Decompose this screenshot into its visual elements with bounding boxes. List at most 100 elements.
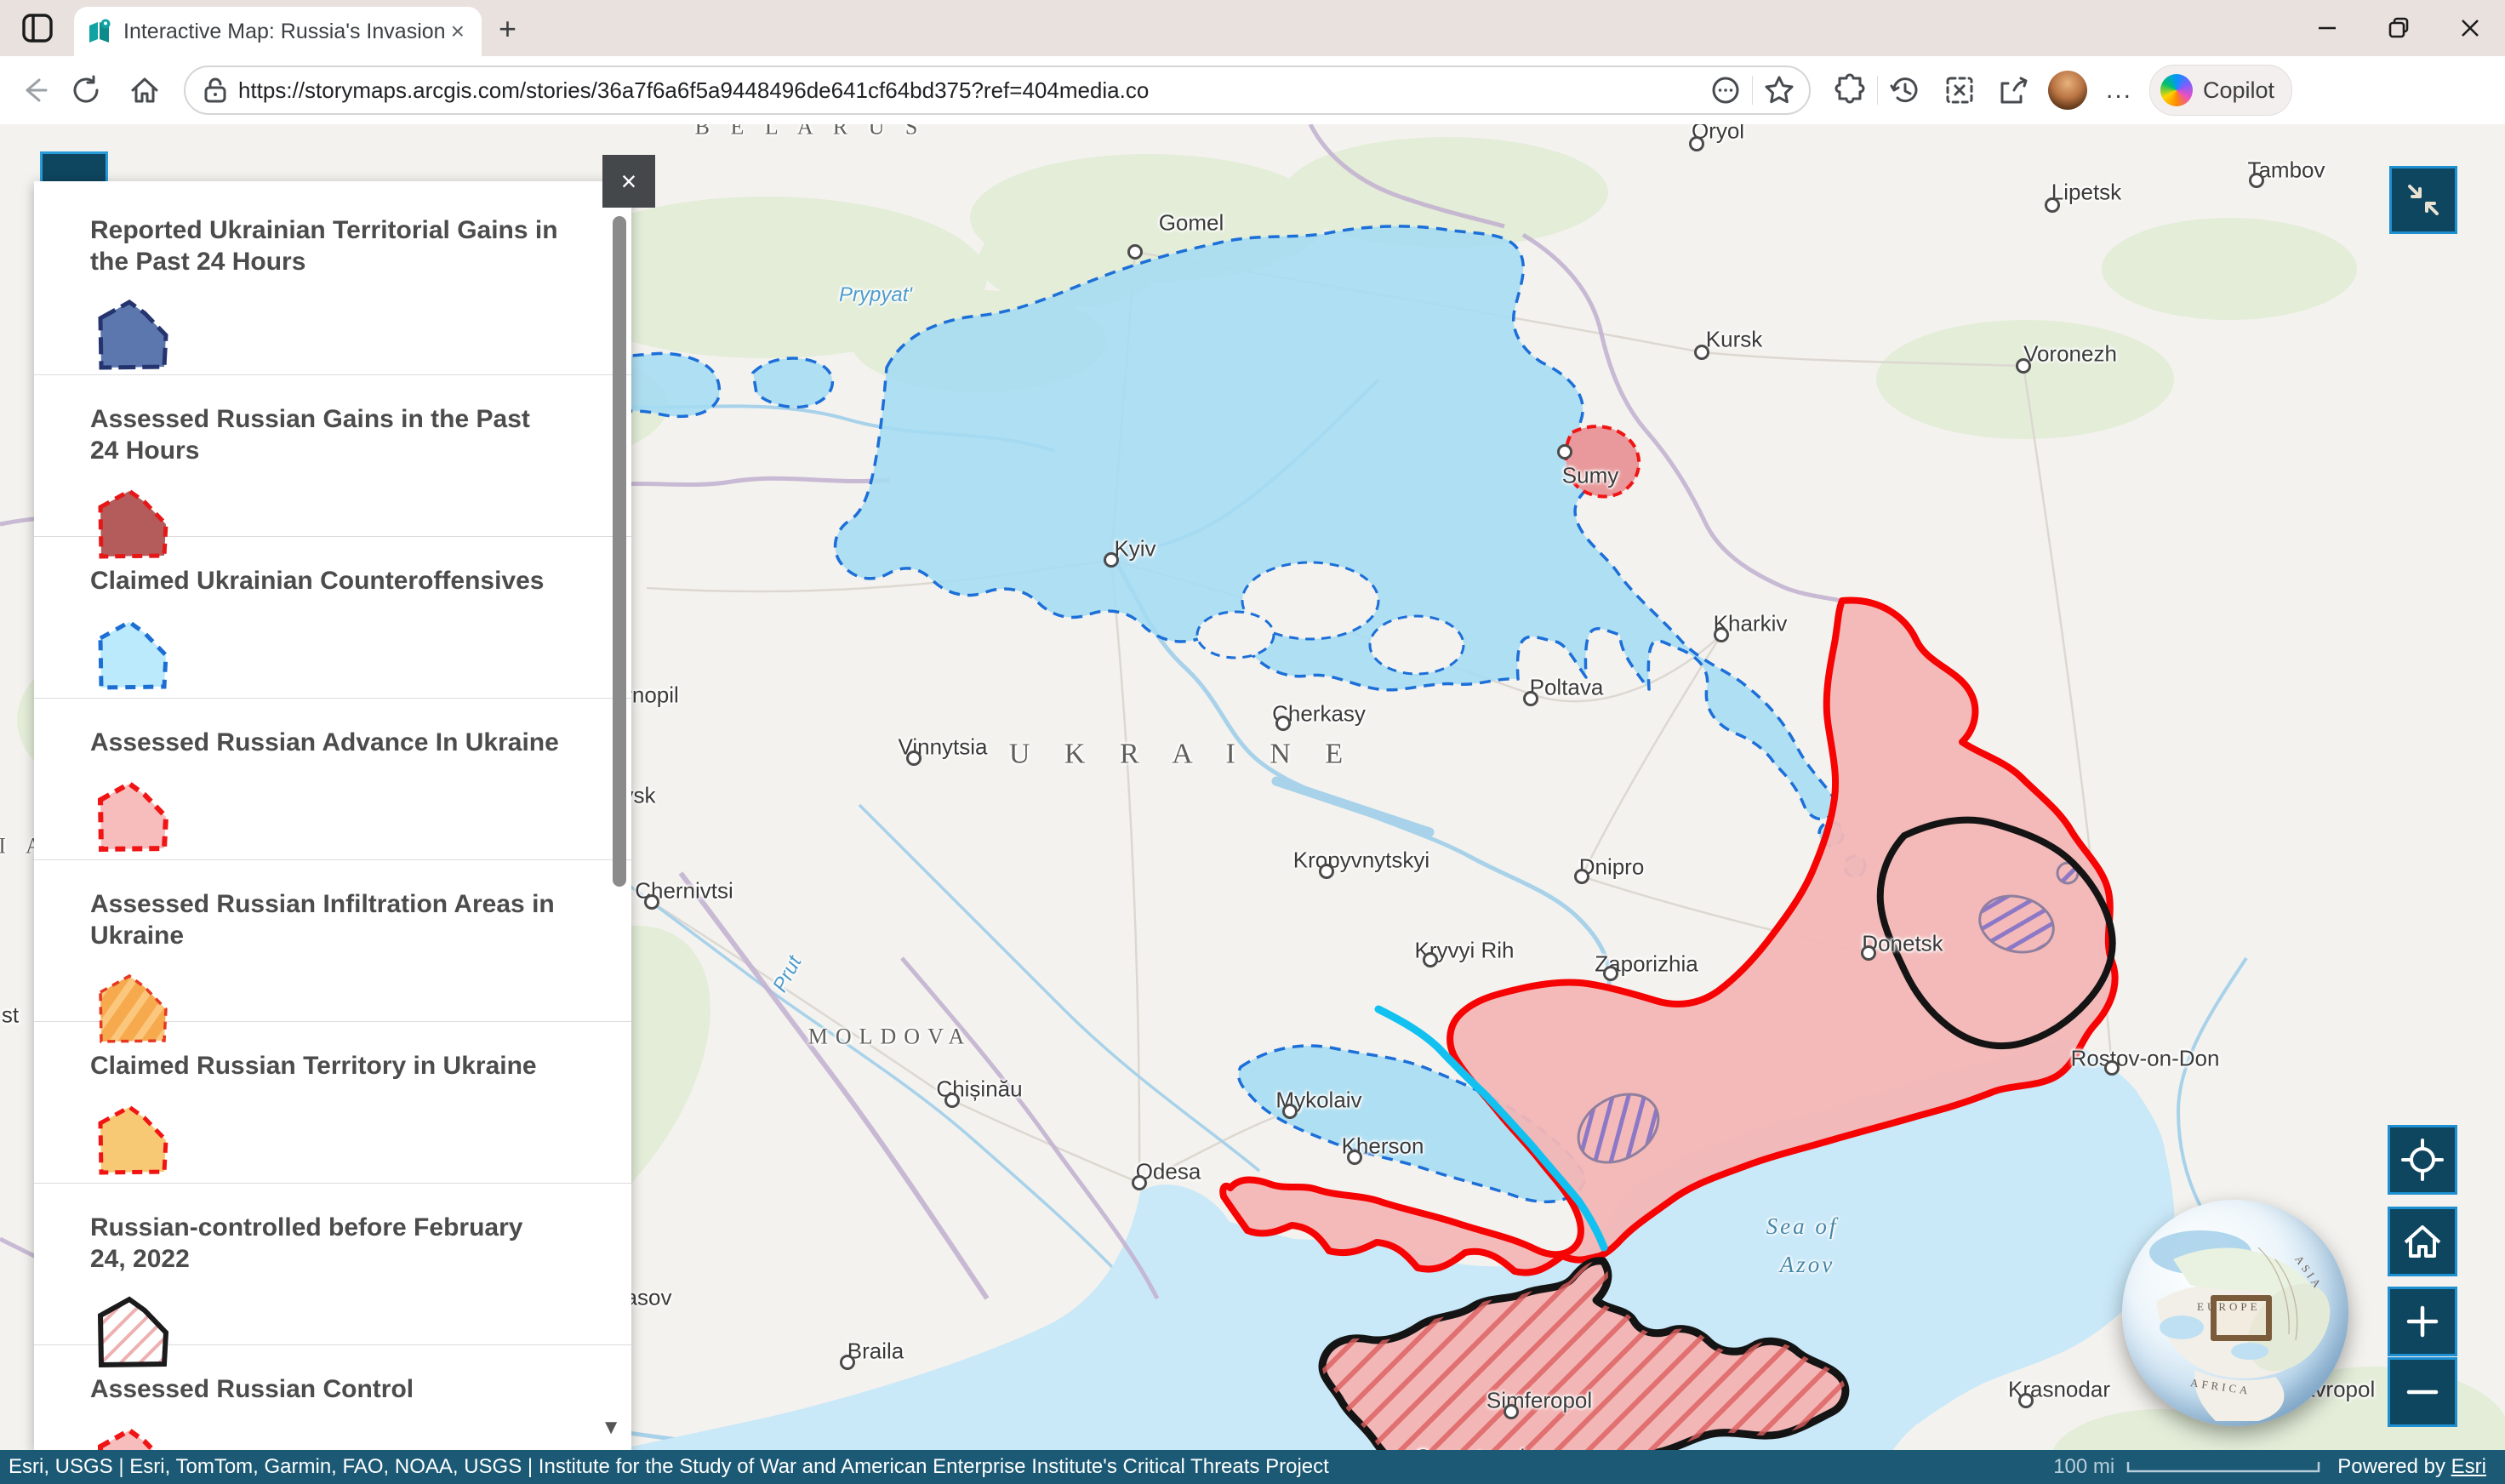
attribution-sources: Esri, USGS | Esri, TomTom, Garmin, FAO, … — [9, 1455, 2053, 1479]
legend-item-title: Reported Ukrainian Territorial Gains in … — [90, 215, 563, 277]
city-marker — [1282, 1104, 1298, 1119]
restore-button[interactable] — [2386, 15, 2411, 41]
browser-toolbar: https://storymaps.arcgis.com/stories/36a… — [0, 56, 2505, 125]
browser-titlebar: Interactive Map: Russia's Invasion × + — [0, 0, 2505, 56]
city-marker — [1347, 1150, 1362, 1165]
map-label: Kursk — [1706, 328, 1762, 352]
back-icon[interactable] — [17, 73, 51, 107]
legend-item-title: Claimed Russian Territory in Ukraine — [90, 1051, 563, 1082]
map-label: Lipetsk — [2051, 180, 2121, 205]
map-label: Gomel — [1159, 211, 1224, 236]
legend-item: Reported Ukrainian Territorial Gains in … — [34, 181, 631, 374]
overview-globe[interactable]: EUROPEASIAAFRICA — [2122, 1200, 2348, 1426]
copilot-label: Copilot — [2203, 77, 2274, 104]
city-marker — [2104, 1060, 2120, 1076]
home-extent-button[interactable] — [2388, 1207, 2457, 1276]
legend-swatch-icon — [90, 970, 175, 1048]
share-icon[interactable] — [1997, 73, 2031, 107]
profile-avatar[interactable] — [2048, 71, 2087, 110]
city-marker — [1104, 552, 1119, 568]
city-marker — [1423, 952, 1438, 967]
new-tab-button[interactable]: + — [499, 14, 516, 44]
copilot-icon — [2160, 74, 2193, 106]
city-marker — [906, 751, 922, 766]
map-label: Azov — [1780, 1253, 1835, 1278]
city-marker — [1603, 966, 1618, 981]
city-marker — [1689, 136, 1704, 151]
esri-link[interactable]: Esri — [2451, 1455, 2486, 1478]
url-more-icon[interactable] — [1709, 74, 1742, 106]
map-label: MOLDOVA — [808, 1025, 973, 1050]
map-stage: B E L A R U SOryolTambovLipetskGomelPryp… — [0, 124, 2505, 1484]
map-label: Voronezh — [2023, 342, 2117, 367]
url-text[interactable]: https://storymaps.arcgis.com/stories/36a… — [238, 77, 1709, 104]
legend-item: Russian-controlled before February 24, 2… — [34, 1183, 631, 1344]
city-marker — [1557, 444, 1572, 459]
divider — [1752, 76, 1753, 105]
minimize-button[interactable] — [2314, 15, 2340, 41]
extensions-icon[interactable] — [1833, 73, 1867, 107]
history-icon[interactable] — [1888, 73, 1922, 107]
legend-swatch-icon — [90, 296, 175, 374]
lock-icon[interactable] — [203, 76, 228, 105]
home-icon[interactable] — [128, 73, 162, 107]
tab-title: Interactive Map: Russia's Invasion — [123, 20, 446, 44]
address-bar[interactable]: https://storymaps.arcgis.com/stories/36a… — [184, 66, 1811, 115]
legend-close-button[interactable]: × — [602, 155, 655, 208]
settings-more-icon[interactable]: ... — [2106, 76, 2132, 105]
favorites-star-icon[interactable] — [1763, 74, 1795, 106]
legend-item-title: Claimed Ukrainian Counteroffensives — [90, 566, 563, 597]
scale-label: 100 mi — [2053, 1455, 2114, 1479]
legend-item-title: Assessed Russian Advance In Ukraine — [90, 728, 563, 759]
map-label: st — [2, 1003, 19, 1028]
city-marker — [1861, 945, 1876, 961]
city-marker — [840, 1355, 855, 1370]
legend-item: Assessed Russian Advance In Ukraine — [34, 698, 631, 859]
zoom-in-button[interactable] — [2388, 1287, 2457, 1356]
browser-tab[interactable]: Interactive Map: Russia's Invasion × — [74, 7, 482, 56]
legend-scrollbar[interactable] — [613, 216, 626, 887]
globe-label: EUROPE — [2197, 1300, 2261, 1314]
city-marker — [1523, 691, 1538, 706]
divider — [1877, 76, 1878, 105]
city-marker — [1127, 244, 1143, 260]
map-label: Poltava — [1530, 676, 1604, 700]
window-controls — [2314, 0, 2493, 56]
legend-item-title: Assessed Russian Control — [90, 1374, 563, 1406]
city-marker — [644, 894, 659, 910]
attribution-bar: Esri, USGS | Esri, TomTom, Garmin, FAO, … — [0, 1450, 2505, 1484]
city-marker — [2018, 1393, 2034, 1408]
zoom-out-button[interactable] — [2388, 1357, 2457, 1427]
refresh-icon[interactable] — [70, 73, 104, 107]
scale-bar — [2126, 1459, 2320, 1475]
map-label: B E L A R U S — [695, 124, 926, 140]
collapse-map-button[interactable] — [2389, 166, 2457, 234]
scroll-more-indicator[interactable]: ▼ — [601, 1416, 621, 1440]
city-marker — [1275, 716, 1291, 731]
city-marker — [2016, 358, 2031, 374]
legend-item-title: Assessed Russian Gains in the Past 24 Ho… — [90, 404, 563, 466]
map-label: Rostov-on-Don — [2071, 1047, 2220, 1071]
map-label: asov — [625, 1286, 672, 1310]
map-label: Simferopol — [1486, 1389, 1592, 1413]
tab-close-icon[interactable]: × — [446, 20, 470, 43]
legend-item: Assessed Russian Infiltration Areas in U… — [34, 859, 631, 1021]
storymaps-favicon-icon — [86, 18, 113, 45]
city-marker — [2249, 173, 2264, 188]
legend-swatch-icon — [90, 1293, 175, 1372]
city-marker — [1132, 1175, 1147, 1190]
city-marker — [1694, 345, 1709, 360]
map-label: U K R A I N E — [1009, 738, 1356, 769]
legend-swatch-icon — [90, 1424, 175, 1452]
map-label: Kyiv — [1114, 537, 1155, 562]
web-capture-icon[interactable] — [1943, 73, 1977, 107]
city-marker — [2045, 197, 2060, 213]
tab-workspaces-icon[interactable] — [22, 14, 53, 43]
close-window-button[interactable] — [2457, 15, 2483, 41]
city-marker — [1714, 627, 1729, 642]
map-label: Prypyat' — [839, 284, 912, 306]
copilot-button[interactable]: Copilot — [2149, 65, 2292, 116]
legend-item-title: Russian-controlled before February 24, 2… — [90, 1213, 563, 1275]
locate-button[interactable] — [2388, 1125, 2457, 1195]
city-marker — [1319, 864, 1334, 879]
